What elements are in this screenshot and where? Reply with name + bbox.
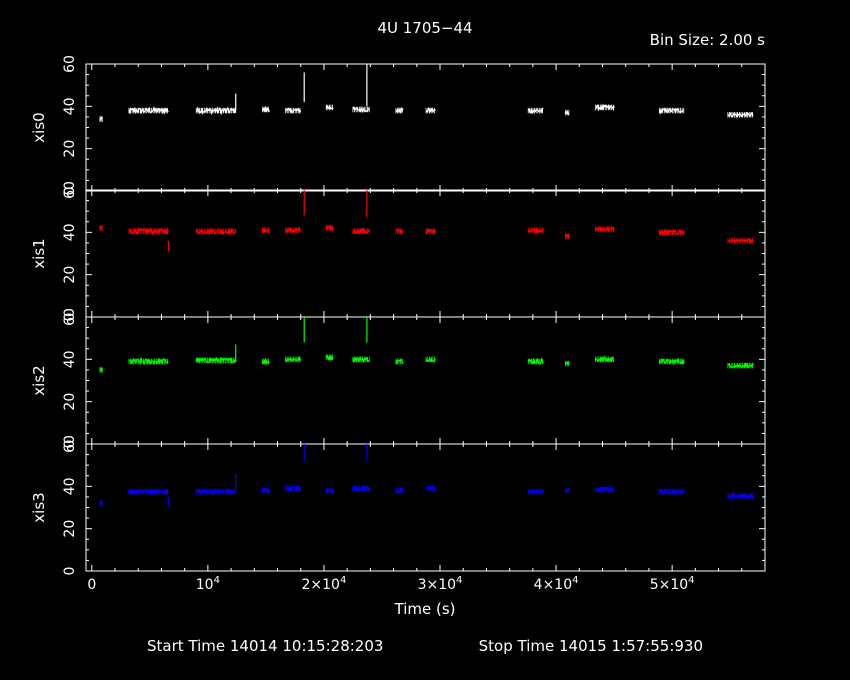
y-tick-label: 60 xyxy=(62,435,78,453)
panel-frame xyxy=(85,316,766,445)
series-label-xis2: xis2 xyxy=(30,365,48,395)
panel-xis0: 0204060xis0 xyxy=(30,55,766,195)
x-tick-label: 2×104 xyxy=(302,575,347,593)
start-time-label: Start Time 14014 10:15:28:203 xyxy=(147,637,383,655)
x-tick-label: 4×104 xyxy=(534,575,579,593)
panel-frame xyxy=(85,63,766,192)
series-label-xis1: xis1 xyxy=(30,238,48,268)
y-tick-label: 60 xyxy=(62,55,78,73)
series-label-xis3: xis3 xyxy=(30,492,48,522)
y-tick-label: 40 xyxy=(62,350,78,368)
panel-xis2: 0204060xis2 xyxy=(30,308,766,448)
panel-xis3: 0 20 40 60 xis3 xyxy=(30,435,766,576)
y-tick-label: 40 xyxy=(62,97,78,115)
x-axis-label: Time (s) xyxy=(394,600,456,618)
x-tick-labels: 0 104 2×104 3×104 4×104 5×104 xyxy=(87,575,694,593)
bin-size-label: Bin Size: 2.00 s xyxy=(650,31,766,49)
y-tick-label: 60 xyxy=(62,181,78,199)
panel-frame xyxy=(85,189,766,318)
y-tick-label: 40 xyxy=(62,477,78,495)
panel-xis1: 0204060xis1 xyxy=(30,181,766,321)
light-curve-figure: 4U 1705−44 Bin Size: 2.00 s Time (s) Sta… xyxy=(30,19,766,655)
y-tick-label: 20 xyxy=(62,393,78,411)
chart-title: 4U 1705−44 xyxy=(377,19,472,37)
series-label-xis0: xis0 xyxy=(30,112,48,142)
y-tick-label: 20 xyxy=(62,520,78,538)
x-tick-label: 104 xyxy=(196,575,220,593)
stop-time-label: Stop Time 14015 1:57:55:930 xyxy=(479,637,703,655)
y-tick-label: 20 xyxy=(62,140,78,158)
x-tick-label: 3×104 xyxy=(418,575,463,593)
panel-frame xyxy=(85,443,766,572)
x-tick-label: 0 xyxy=(87,577,96,593)
y-tick-label: 0 xyxy=(62,567,78,576)
x-tick-label: 5×104 xyxy=(650,575,695,593)
y-tick-label: 20 xyxy=(62,266,78,284)
y-tick-label: 60 xyxy=(62,308,78,326)
y-tick-label: 40 xyxy=(62,223,78,241)
